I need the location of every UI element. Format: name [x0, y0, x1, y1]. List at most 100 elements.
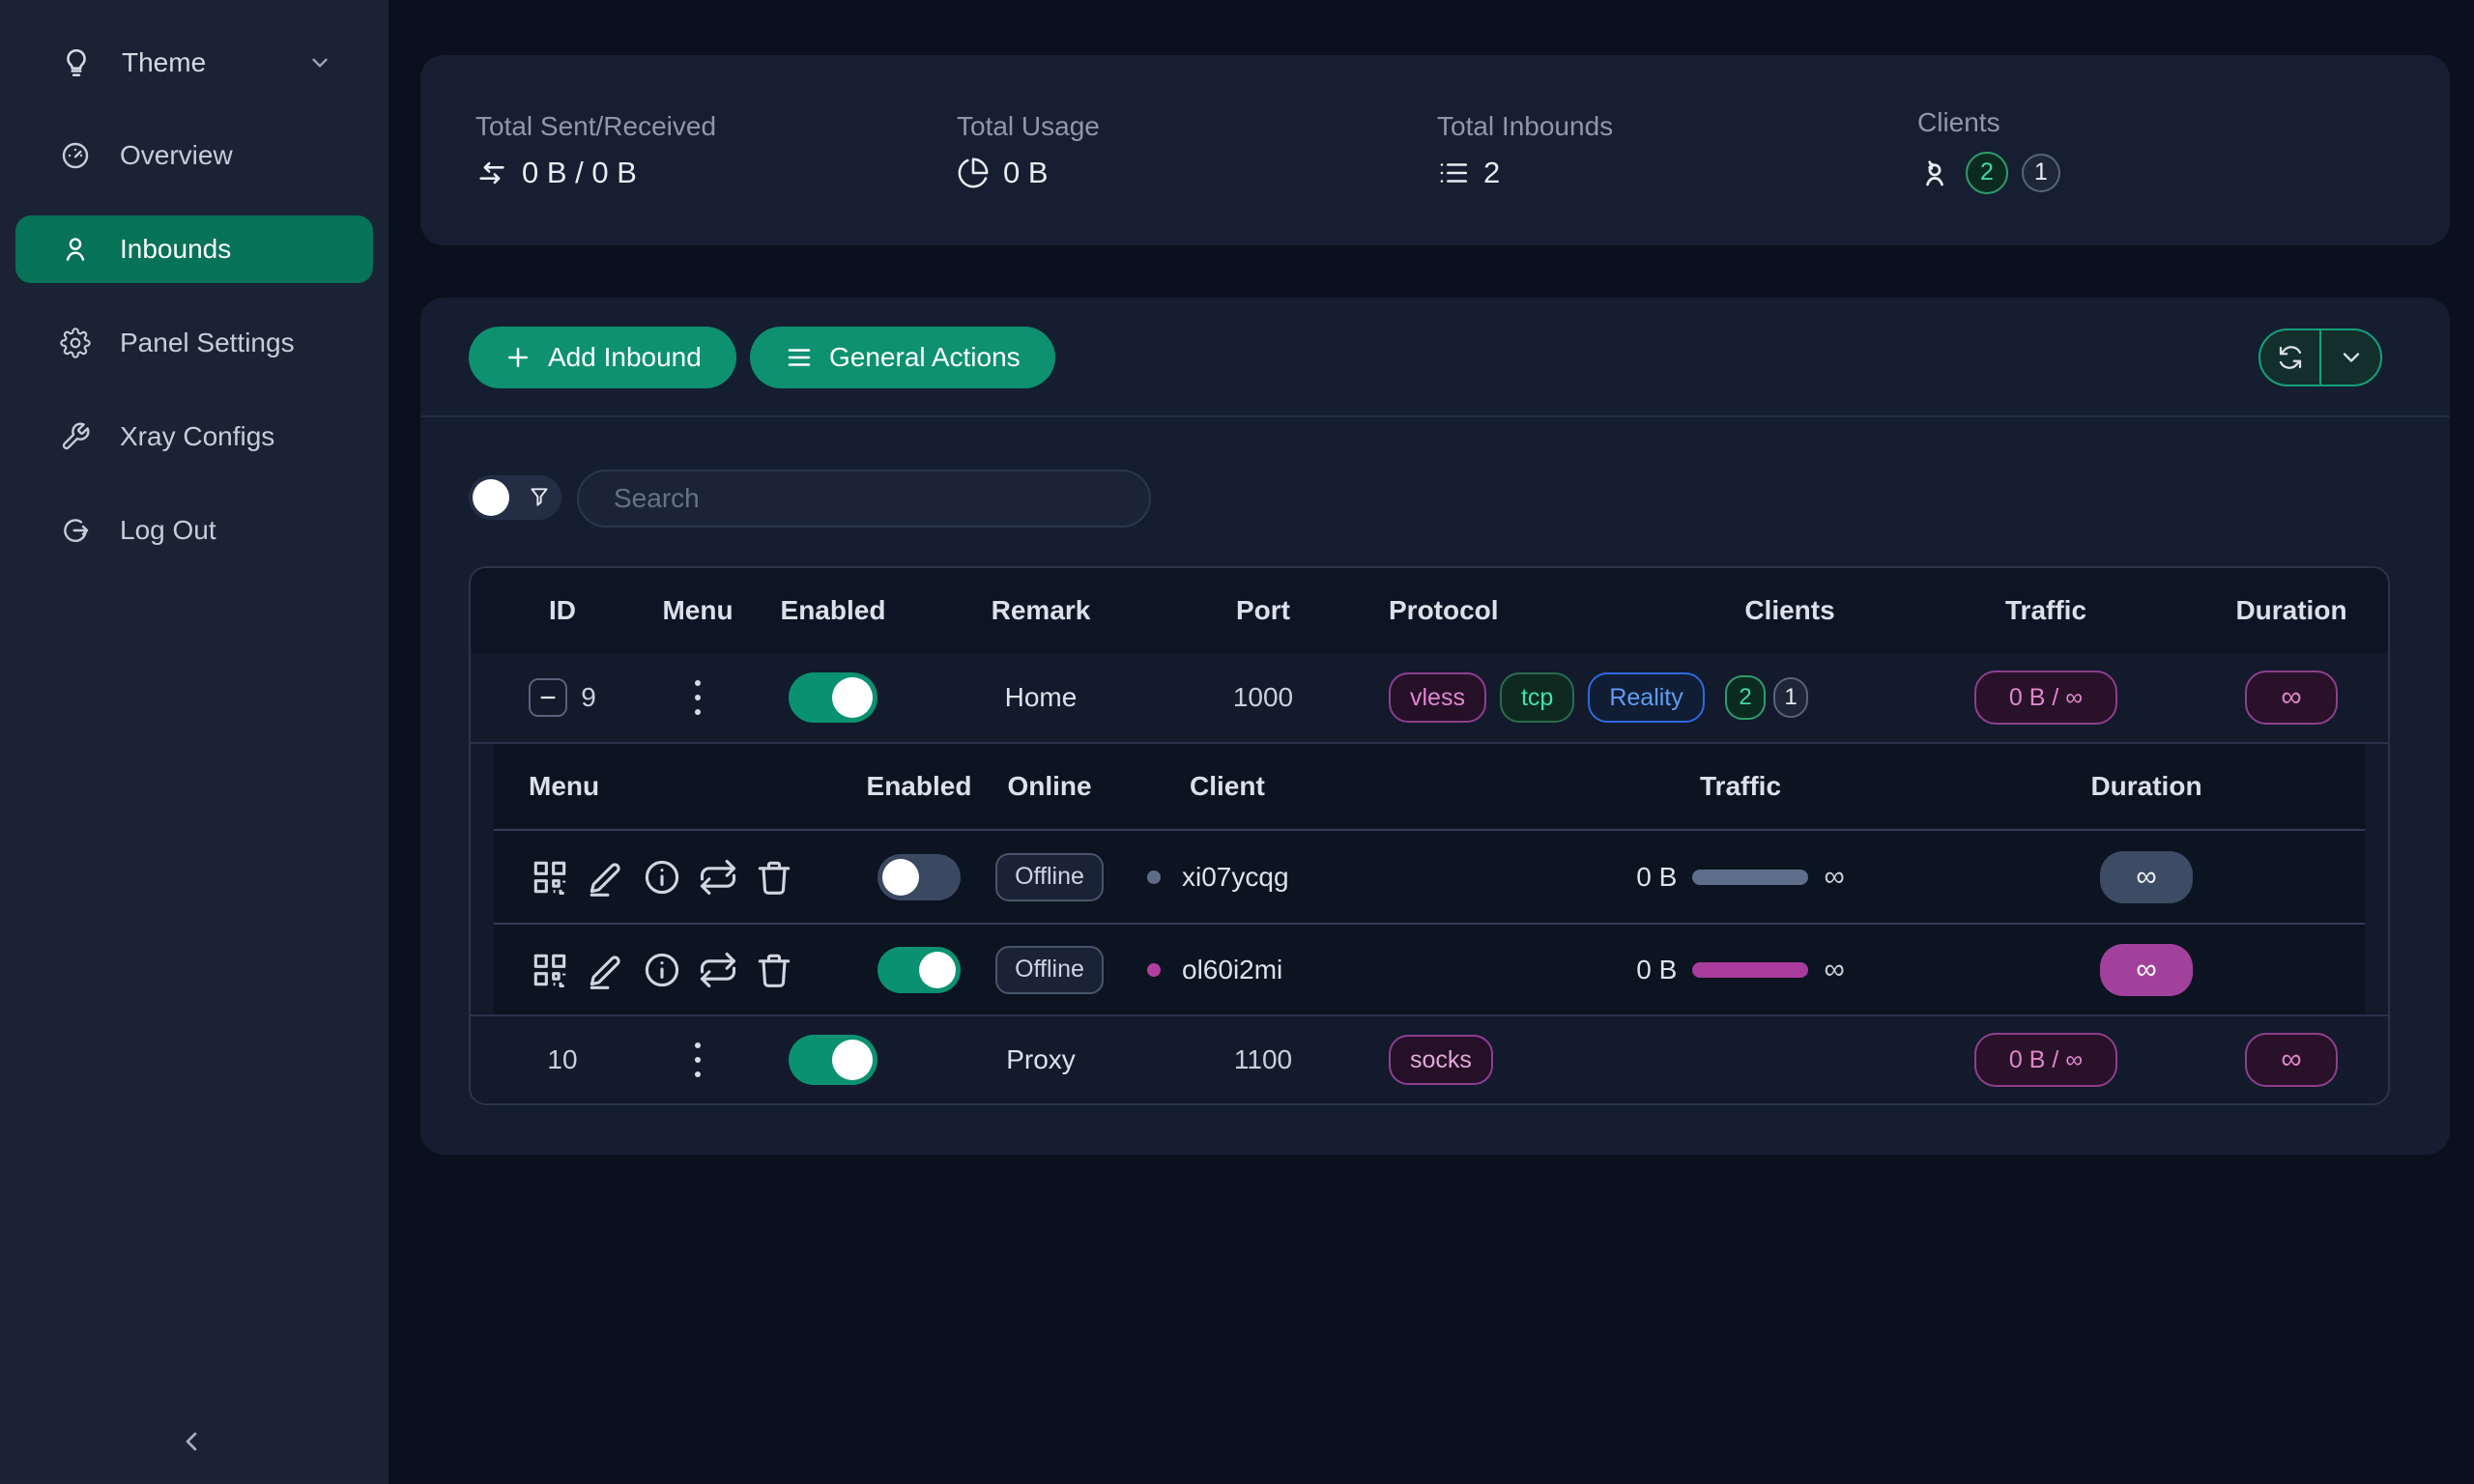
traffic-used: 0 B: [1636, 955, 1677, 985]
refresh-options-button[interactable]: [2319, 330, 2380, 385]
search-input[interactable]: [577, 470, 1151, 528]
wrench-icon: [60, 421, 91, 452]
client-row-xi07ycqg: Offline xi07ycqg 0 B ∞ ∞: [494, 831, 2365, 923]
theme-label: Theme: [122, 47, 206, 78]
header-id: ID: [471, 595, 654, 626]
sidebar-item-panel-settings[interactable]: Panel Settings: [15, 309, 373, 377]
inbound-port: 1000: [1157, 682, 1369, 713]
table-header: ID Menu Enabled Remark Port Protocol Cli…: [471, 568, 2388, 653]
delete-button[interactable]: [753, 949, 795, 991]
client-table-header: Menu Enabled Online Client Traffic Durat…: [494, 744, 2365, 831]
client-row-ol60i2mi: Offline ol60i2mi 0 B ∞ ∞: [494, 923, 2365, 1014]
client-header-traffic: Traffic: [1509, 771, 1972, 802]
clients-deactive-badge: 1: [2022, 154, 2060, 192]
stat-total-sent-received: Total Sent/Received 0 B / 0 B: [475, 55, 716, 245]
sidebar-nav: Overview Inbounds Panel Settings Xray Co…: [0, 122, 388, 564]
chevron-down-icon: [307, 50, 332, 75]
sidebar-item-label: Xray Configs: [120, 421, 274, 452]
chevron-left-icon: [176, 1426, 207, 1457]
sidebar-item-logout[interactable]: Log Out: [15, 497, 373, 564]
reset-traffic-button[interactable]: [697, 856, 739, 899]
refresh-button[interactable]: [2260, 330, 2319, 385]
info-button[interactable]: [641, 856, 683, 899]
list-icon: [1437, 157, 1470, 189]
header-protocol: Protocol: [1369, 595, 1679, 626]
traffic-limit: ∞: [1824, 954, 1844, 986]
header-traffic: Traffic: [1901, 595, 2191, 626]
sidebar-item-xray-configs[interactable]: Xray Configs: [15, 403, 373, 471]
chevron-down-icon: [2338, 344, 2365, 371]
edit-button[interactable]: [585, 856, 627, 899]
inbound-remark: Home: [925, 682, 1157, 713]
row-menu-button[interactable]: [689, 674, 706, 721]
logout-icon: [60, 515, 91, 546]
traffic-progress-bar: [1692, 870, 1808, 885]
gauge-icon: [60, 140, 91, 171]
add-inbound-button[interactable]: Add Inbound: [469, 327, 736, 388]
row-menu-button[interactable]: [689, 1037, 706, 1083]
edit-button[interactable]: [585, 949, 627, 991]
online-status-badge: Offline: [995, 853, 1104, 901]
client-color-dot: [1147, 963, 1161, 977]
general-actions-button[interactable]: General Actions: [750, 327, 1055, 388]
inbounds-panel: Add Inbound General Actions: [420, 298, 2450, 1155]
toolbar: Add Inbound General Actions: [420, 298, 2450, 415]
stat-total-inbounds: Total Inbounds 2: [1437, 55, 1613, 245]
header-duration: Duration: [2191, 595, 2390, 626]
xray-panel-app: Theme Overview Inbounds: [0, 0, 2474, 1484]
client-header-duration: Duration: [1972, 771, 2320, 802]
inbound-remark: Proxy: [925, 1044, 1157, 1075]
menu-lines-icon: [785, 343, 814, 372]
toggle-knob: [473, 479, 509, 516]
stats-card: Total Sent/Received 0 B / 0 B Total Usag…: [420, 55, 2450, 245]
table-row-inbound-10: 10 Proxy 1100 socks 0 B / ∞ ∞: [471, 1014, 2388, 1103]
funnel-icon: [527, 485, 552, 510]
traffic-progress-bar: [1692, 962, 1808, 978]
traffic-pill: 0 B / ∞: [1974, 671, 2117, 725]
stat-value: 2: [1483, 156, 1500, 190]
delete-button[interactable]: [753, 856, 795, 899]
traffic-used: 0 B: [1636, 862, 1677, 893]
clients-online-badge: 2: [1966, 152, 2008, 194]
lightbulb-icon: [60, 46, 93, 79]
info-button[interactable]: [641, 949, 683, 991]
client-duration-pill: ∞: [2100, 944, 2193, 996]
duration-pill: ∞: [2245, 671, 2338, 725]
protocol-badge-vless: vless: [1389, 672, 1486, 723]
theme-selector[interactable]: Theme: [0, 29, 388, 97]
expanded-clients-section: Menu Enabled Online Client Traffic Durat…: [471, 742, 2388, 1014]
protocol-badge-socks: socks: [1389, 1035, 1493, 1085]
stat-total-usage: Total Usage 0 B: [957, 55, 1100, 245]
collapse-row-button[interactable]: [529, 678, 567, 717]
traffic-limit: ∞: [1824, 861, 1844, 894]
inbound-enabled-toggle[interactable]: [789, 672, 877, 723]
client-enabled-toggle[interactable]: [877, 947, 961, 993]
reset-traffic-button[interactable]: [697, 949, 739, 991]
person-icon: [60, 234, 91, 265]
client-header-menu: Menu: [494, 771, 861, 802]
client-enabled-toggle[interactable]: [877, 854, 961, 900]
header-menu: Menu: [654, 595, 741, 626]
client-duration-pill: ∞: [2100, 851, 2193, 903]
inbound-enabled-toggle[interactable]: [789, 1035, 877, 1085]
qrcode-button[interactable]: [529, 856, 571, 899]
inbound-port: 1100: [1157, 1044, 1369, 1075]
sidebar-collapse-button[interactable]: [162, 1413, 220, 1470]
client-header-client: Client: [1122, 771, 1509, 802]
general-actions-label: General Actions: [829, 342, 1021, 373]
filter-toggle[interactable]: [469, 475, 561, 520]
pie-chart-icon: [957, 157, 990, 189]
inbound-id: 10: [547, 1044, 577, 1075]
sidebar-item-overview[interactable]: Overview: [15, 122, 373, 189]
sidebar-item-label: Overview: [120, 140, 233, 171]
traffic-pill: 0 B / ∞: [1974, 1033, 2117, 1087]
stat-label: Clients: [1917, 107, 2060, 138]
stat-clients: Clients 2 1: [1917, 55, 2060, 245]
stat-label: Total Sent/Received: [475, 111, 716, 142]
client-header-online: Online: [977, 771, 1122, 802]
client-name: xi07ycqg: [1182, 862, 1289, 893]
sidebar-item-inbounds[interactable]: Inbounds: [15, 215, 373, 283]
qrcode-button[interactable]: [529, 949, 571, 991]
sidebar-item-label: Log Out: [120, 515, 216, 546]
header-remark: Remark: [925, 595, 1157, 626]
